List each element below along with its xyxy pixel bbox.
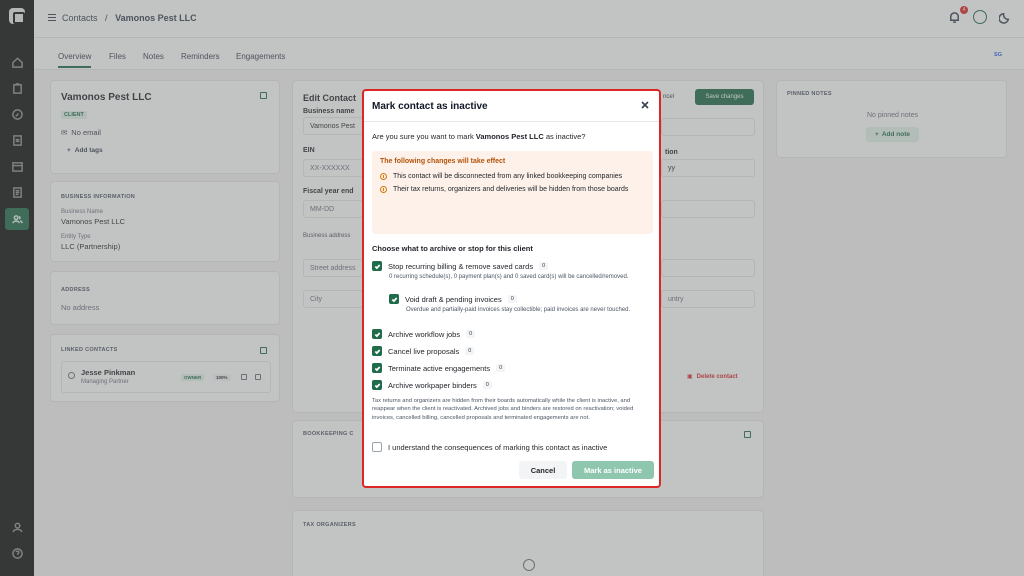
count-badge: 0 (507, 295, 517, 303)
checkbox-checked[interactable] (372, 261, 382, 271)
checkbox-checked[interactable] (372, 346, 382, 356)
mark-inactive-button[interactable]: Mark as inactive (572, 461, 654, 479)
warning-box: The following changes will take effect T… (372, 151, 653, 234)
count-badge: 0 (466, 330, 476, 338)
warning-heading: The following changes will take effect (380, 158, 506, 165)
count-badge: 0 (496, 364, 506, 372)
close-icon[interactable] (641, 101, 651, 111)
warning-item: Their tax returns, organizers and delive… (380, 185, 645, 194)
cancel-button[interactable]: Cancel (519, 461, 567, 479)
option-void-invoices[interactable]: Void draft & pending invoices 0 (389, 294, 517, 304)
checkbox-checked[interactable] (389, 294, 399, 304)
warning-icon (380, 173, 387, 180)
checkbox-checked[interactable] (372, 329, 382, 339)
option-note: Overdue and partially-paid invoices stay… (406, 307, 631, 313)
checkbox-checked[interactable] (372, 363, 382, 373)
option-cancel-proposals[interactable]: Cancel live proposals 0 (372, 346, 475, 356)
warning-icon (380, 186, 387, 194)
count-badge: 0 (539, 262, 549, 270)
option-terminate-engagements[interactable]: Terminate active engagements 0 (372, 363, 506, 373)
divider (364, 121, 659, 122)
checkbox-unchecked[interactable] (372, 442, 382, 452)
choose-heading: Choose what to archive or stop for this … (372, 244, 533, 253)
understand-consequences[interactable]: I understand the consequences of marking… (372, 442, 607, 452)
option-archive-jobs[interactable]: Archive workflow jobs 0 (372, 329, 476, 339)
option-archive-binders[interactable]: Archive workpaper binders 0 (372, 380, 492, 390)
checkbox-checked[interactable] (372, 380, 382, 390)
warning-item: This contact will be disconnected from a… (380, 172, 645, 181)
option-note: 0 recurring schedule(s), 0 payment plan(… (389, 274, 629, 280)
count-badge: 0 (482, 381, 492, 389)
dialog-footnote: Tax returns and organizers are hidden fr… (372, 398, 634, 421)
mark-inactive-dialog: Mark contact as inactive Are you sure yo… (362, 89, 661, 488)
count-badge: 0 (465, 347, 475, 355)
dialog-title: Mark contact as inactive (372, 101, 488, 112)
option-stop-billing[interactable]: Stop recurring billing & remove saved ca… (372, 261, 549, 271)
confirm-question: Are you sure you want to mark Vamonos Pe… (372, 132, 586, 141)
